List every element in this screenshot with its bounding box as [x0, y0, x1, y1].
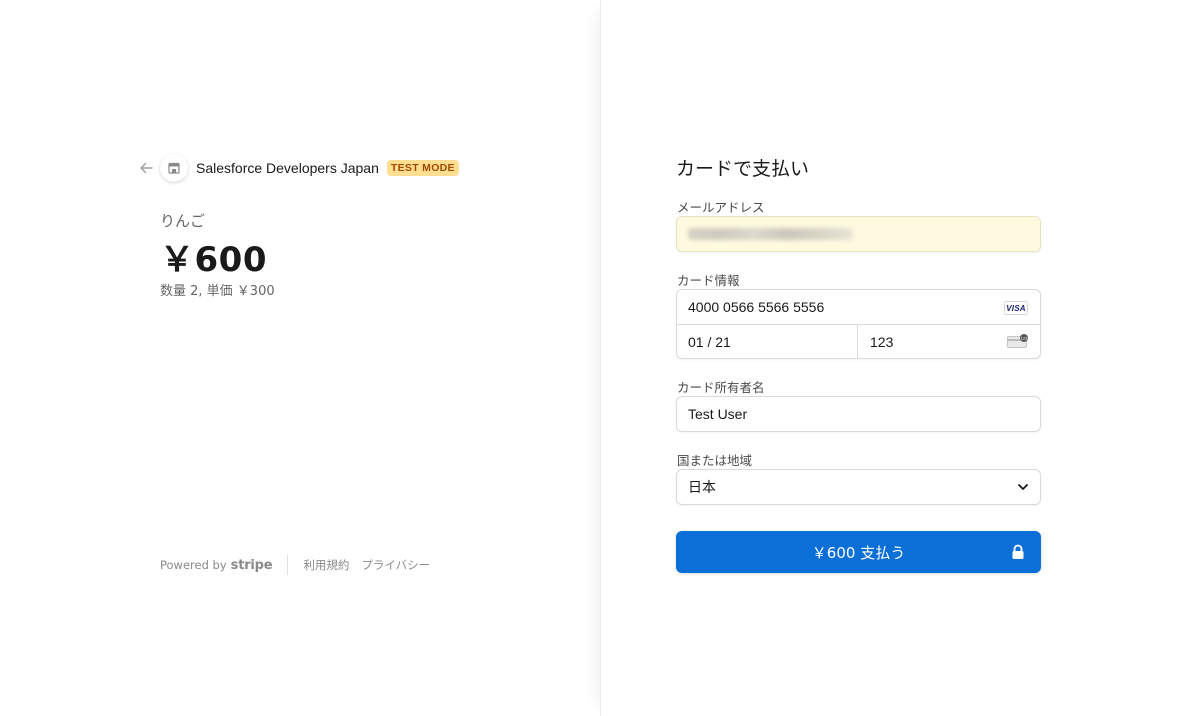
- footer: Powered by stripe 利用規約 プライバシー: [160, 555, 442, 575]
- order-summary-pane: Salesforce Developers Japan TEST MODE りん…: [0, 0, 600, 716]
- country-select[interactable]: 日本: [676, 469, 1041, 505]
- stripe-logo: stripe: [230, 557, 273, 573]
- chevron-down-icon: [1018, 484, 1028, 490]
- cvc-value: 123: [870, 334, 894, 350]
- cardholder-name-field[interactable]: Test User: [676, 396, 1041, 432]
- product-name: りんご: [160, 212, 206, 230]
- country-value: 日本: [688, 479, 716, 495]
- store-icon: [160, 154, 188, 182]
- back-arrow-icon[interactable]: [138, 160, 154, 176]
- terms-link[interactable]: 利用規約: [303, 557, 349, 573]
- test-mode-badge: TEST MODE: [386, 160, 459, 176]
- email-field[interactable]: [676, 216, 1041, 252]
- privacy-link[interactable]: プライバシー: [361, 557, 430, 573]
- blurred-email-value: [688, 228, 853, 240]
- cardholder-label: カード所有者名: [677, 380, 765, 395]
- powered-by-label: Powered by: [160, 558, 227, 572]
- card-info-label: カード情報: [677, 273, 740, 288]
- cardholder-name-value: Test User: [688, 406, 748, 422]
- expiry-field[interactable]: 01 / 21: [677, 325, 858, 359]
- email-label: メールアドレス: [677, 200, 765, 215]
- merchant-header: Salesforce Developers Japan TEST MODE: [138, 154, 459, 182]
- card-row-bottom: 01 / 21 123 123: [677, 325, 1040, 359]
- cvc-card-icon: 123: [1007, 334, 1028, 348]
- pay-button[interactable]: ￥600 支払う: [676, 531, 1041, 573]
- expiry-value: 01 / 21: [688, 334, 731, 350]
- form-title: カードで支払い: [676, 158, 810, 180]
- card-number-value: 4000 0566 5566 5556: [688, 299, 825, 315]
- lock-icon: [1012, 544, 1024, 559]
- visa-icon: VISA: [1004, 301, 1028, 315]
- powered-by-stripe[interactable]: Powered by stripe: [160, 557, 273, 573]
- quantity-unit-price: 数量 2, 単価 ￥300: [160, 284, 275, 299]
- footer-divider: [287, 555, 289, 575]
- merchant-name: Salesforce Developers Japan: [196, 160, 379, 176]
- card-number-field[interactable]: 4000 0566 5566 5556 VISA: [677, 290, 1040, 325]
- total-price: ￥600: [160, 240, 267, 280]
- cvc-field[interactable]: 123 123: [858, 325, 1040, 359]
- svg-text:123: 123: [1021, 336, 1028, 340]
- pay-button-label: ￥600 支払う: [811, 543, 906, 562]
- country-label: 国または地域: [677, 453, 753, 468]
- card-info-group: 4000 0566 5566 5556 VISA 01 / 21 123 123: [676, 289, 1041, 359]
